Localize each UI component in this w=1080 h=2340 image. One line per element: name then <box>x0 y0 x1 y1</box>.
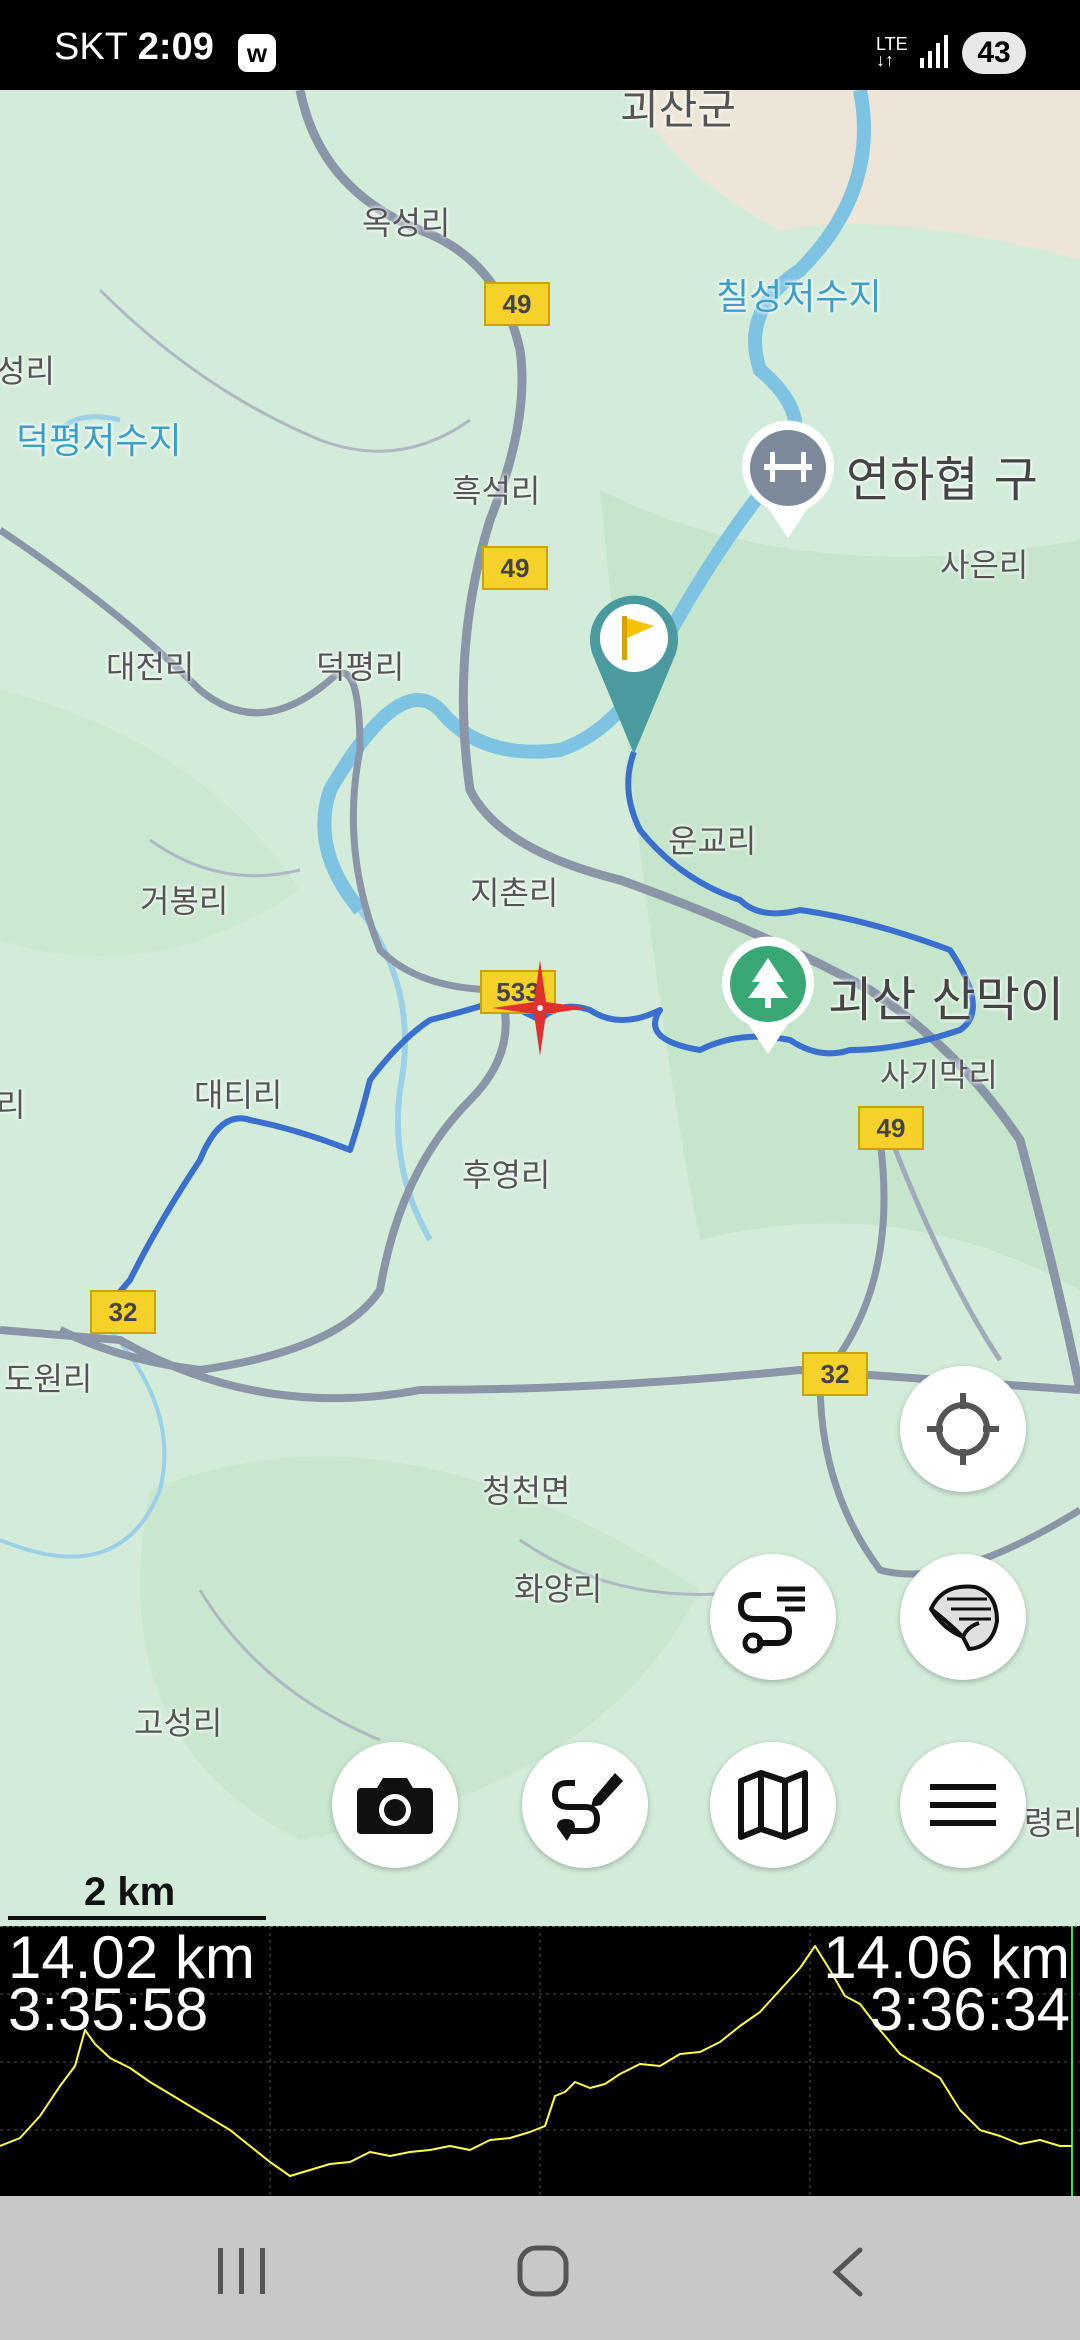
poi-label: 괴산 산막이 <box>828 972 1065 1028</box>
place-label: 청천면 <box>482 1472 571 1510</box>
poi-label: 연하협 구 <box>846 452 1038 508</box>
road-shield: 49 <box>484 282 550 326</box>
status-carrier-time: SKT 2:09 <box>54 26 214 69</box>
route-edit-button[interactable] <box>522 1742 648 1868</box>
road-shield: 32 <box>802 1352 868 1396</box>
menu-button[interactable] <box>900 1742 1026 1868</box>
place-label: 사기막리 <box>880 1056 998 1094</box>
battery-indicator: 43 <box>962 32 1026 74</box>
place-label: 리 <box>0 1086 26 1124</box>
right-time-label: 3:36:34 <box>869 1976 1070 2043</box>
place-label: 령리 <box>1024 1804 1080 1842</box>
camera-icon <box>357 1778 433 1834</box>
scale-label: 2 km <box>84 1870 176 1914</box>
water-label: 칠성저수지 <box>716 277 882 318</box>
layers-icon <box>928 1584 1000 1652</box>
road-shield: 49 <box>858 1106 924 1150</box>
start-flag-marker-icon[interactable] <box>584 588 684 758</box>
road-shield: 49 <box>482 546 548 590</box>
elevation-profile[interactable]: 14.02 km 3:35:58 14.06 km 3:36:34 <box>0 1926 1080 2196</box>
crosshair-icon <box>927 1393 999 1465</box>
place-label: 거봉리 <box>140 882 229 920</box>
water-label: 덕평저수지 <box>16 421 182 462</box>
place-label: 흑석리 <box>452 472 541 510</box>
layers-button[interactable] <box>900 1554 1026 1680</box>
app-notification-badge: w <box>238 34 276 72</box>
tracks-icon <box>737 1586 805 1654</box>
place-label: 괴산군 <box>620 90 736 134</box>
place-label: 옥성리 <box>362 204 451 242</box>
lte-icon: LTE ↓↑ <box>876 34 908 70</box>
left-time-label: 3:35:58 <box>8 1976 209 2043</box>
place-label: 운교리 <box>668 822 757 860</box>
place-label: 사은리 <box>940 546 1029 584</box>
status-bar: SKT 2:09 w LTE ↓↑ 43 <box>0 0 1080 90</box>
clock: 2:09 <box>137 26 214 68</box>
position-cursor-icon <box>492 960 588 1056</box>
road-shield: 32 <box>90 1290 156 1334</box>
scale-bar-line <box>8 1916 266 1920</box>
menu-icon <box>930 1784 996 1826</box>
place-label: 도원리 <box>4 1360 93 1398</box>
map-icon <box>738 1770 808 1840</box>
signal-icon <box>920 35 948 68</box>
place-label: 고성리 <box>134 1704 223 1742</box>
carrier-label: SKT <box>54 26 128 68</box>
tracks-button[interactable] <box>710 1554 836 1680</box>
camera-button[interactable] <box>332 1742 458 1868</box>
map-view[interactable]: 괴산군 옥성리 칠성저수지 성리 덕평저수지 연하협 구 흑석리 사은리 대전리… <box>0 90 1080 1926</box>
system-nav-bar <box>0 2196 1080 2340</box>
route-edit-icon <box>551 1773 623 1841</box>
bridge-poi-icon[interactable] <box>738 420 838 540</box>
back-icon[interactable] <box>828 2246 868 2298</box>
place-label: 화양리 <box>514 1570 603 1608</box>
map-select-button[interactable] <box>710 1742 836 1868</box>
place-label: 성리 <box>0 352 55 390</box>
scale-bar: 2 km <box>8 1870 268 1920</box>
place-label: 덕평리 <box>316 648 405 686</box>
place-label: 대티리 <box>194 1076 283 1114</box>
locate-button[interactable] <box>900 1366 1026 1492</box>
home-icon[interactable] <box>516 2244 570 2298</box>
forest-poi-icon[interactable] <box>718 936 818 1056</box>
place-label: 후영리 <box>462 1156 551 1194</box>
recents-icon[interactable] <box>214 2246 270 2296</box>
place-label: 지촌리 <box>470 874 559 912</box>
place-label: 대전리 <box>106 648 195 686</box>
